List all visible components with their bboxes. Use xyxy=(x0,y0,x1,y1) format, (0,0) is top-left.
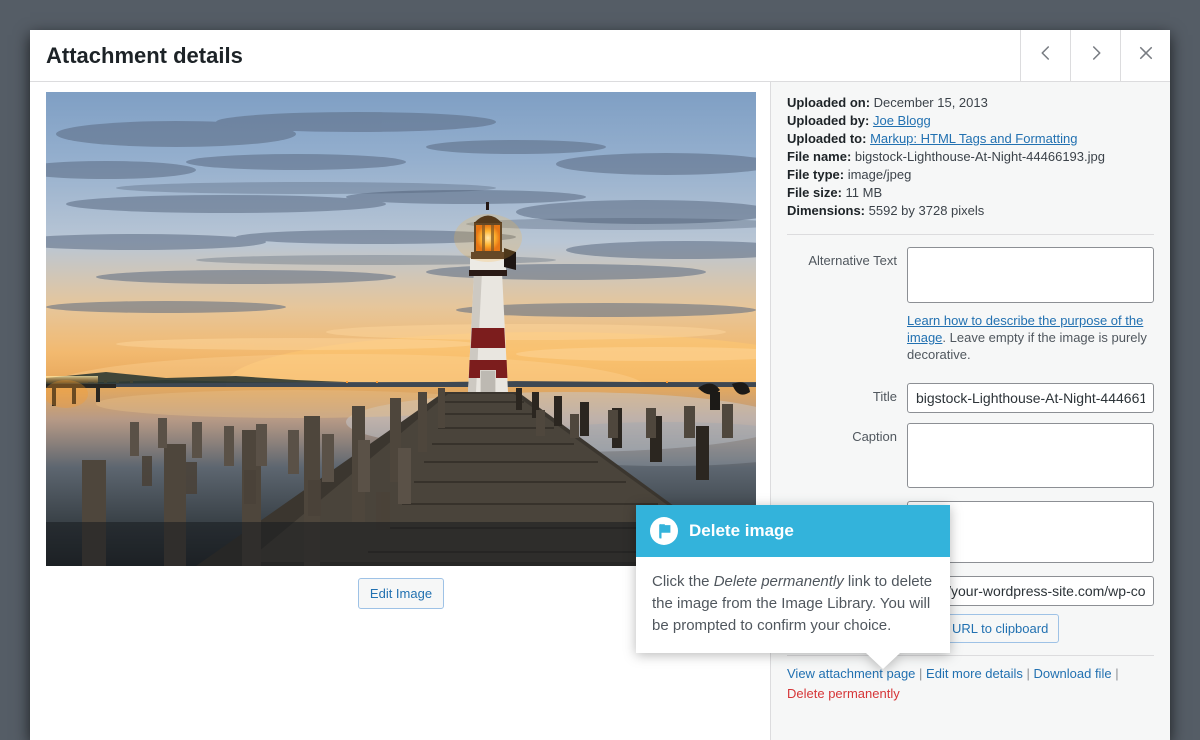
uploaded-by-link[interactable]: Joe Blogg xyxy=(873,113,931,128)
file-type-value: image/jpeg xyxy=(848,167,912,182)
delete-image-tooltip: Delete image Click the Delete permanentl… xyxy=(636,505,950,653)
dimensions-value: 5592 by 3728 pixels xyxy=(869,203,985,218)
close-modal-button[interactable] xyxy=(1120,30,1170,81)
alt-text-control: Learn how to describe the purpose of the… xyxy=(907,247,1154,373)
title-field-row: Title xyxy=(787,383,1154,413)
uploaded-by-label: Uploaded by: xyxy=(787,113,869,128)
close-icon xyxy=(1137,44,1155,67)
screen: Your WordPress Site 0 New Howdy, Joe Blo… xyxy=(0,0,1200,740)
caption-input[interactable] xyxy=(907,423,1154,488)
uploaded-on-value: December 15, 2013 xyxy=(874,95,988,110)
dimensions-label: Dimensions: xyxy=(787,203,865,218)
divider xyxy=(787,655,1154,656)
alt-text-input[interactable] xyxy=(907,247,1154,303)
file-name-row: File name: bigstock-Lighthouse-At-Night-… xyxy=(787,148,1154,166)
action-separator: | xyxy=(1115,666,1118,681)
tooltip-body: Click the Delete permanently link to del… xyxy=(636,557,950,653)
uploaded-by-row: Uploaded by: Joe Blogg xyxy=(787,112,1154,130)
caption-field-row: Caption xyxy=(787,423,1154,491)
file-size-value: 11 MB xyxy=(846,185,883,200)
modal-body: Edit Image Uploaded on: December 15, 201… xyxy=(30,82,1170,740)
attachment-image xyxy=(46,92,756,566)
uploaded-to-row: Uploaded to: Markup: HTML Tags and Forma… xyxy=(787,130,1154,148)
caption-label: Caption xyxy=(787,423,907,491)
edit-image-button[interactable]: Edit Image xyxy=(358,578,444,609)
file-name-label: File name: xyxy=(787,149,851,164)
tooltip-title: Delete image xyxy=(689,521,794,541)
attachment-details-modal: Attachment details xyxy=(30,30,1170,740)
download-file-link[interactable]: Download file xyxy=(1034,666,1112,681)
uploaded-on-row: Uploaded on: December 15, 2013 xyxy=(787,94,1154,112)
file-type-label: File type: xyxy=(787,167,844,182)
flag-icon xyxy=(650,517,678,545)
file-type-row: File type: image/jpeg xyxy=(787,166,1154,184)
title-input[interactable] xyxy=(907,383,1154,413)
dimensions-row: Dimensions: 5592 by 3728 pixels xyxy=(787,202,1154,220)
uploaded-to-label: Uploaded to: xyxy=(787,131,866,146)
edit-more-details-link[interactable]: Edit more details xyxy=(926,666,1023,681)
file-name-value: bigstock-Lighthouse-At-Night-44466193.jp… xyxy=(855,149,1105,164)
chevron-right-icon xyxy=(1087,44,1105,67)
uploaded-to-link[interactable]: Markup: HTML Tags and Formatting xyxy=(870,131,1077,146)
alt-text-helper: Learn how to describe the purpose of the… xyxy=(907,312,1154,363)
action-separator: | xyxy=(919,666,922,681)
caption-control xyxy=(907,423,1154,491)
alt-text-helper-rest: . Leave empty if the image is purely dec… xyxy=(907,330,1147,362)
tooltip-arrow xyxy=(866,653,900,669)
delete-permanently-link[interactable]: Delete permanently xyxy=(787,686,900,701)
previous-attachment-button[interactable] xyxy=(1020,30,1070,81)
alt-text-field-row: Alternative Text Learn how to describe t… xyxy=(787,247,1154,373)
title-control xyxy=(907,383,1154,413)
page-title: Attachment details xyxy=(30,30,1020,81)
next-attachment-button[interactable] xyxy=(1070,30,1120,81)
alt-text-label: Alternative Text xyxy=(787,247,907,373)
tooltip-header: Delete image xyxy=(636,505,950,557)
modal-header: Attachment details xyxy=(30,30,1170,82)
file-size-row: File size: 11 MB xyxy=(787,184,1154,202)
tooltip-body-pre: Click the xyxy=(652,573,714,590)
title-label: Title xyxy=(787,383,907,413)
lighthouse-at-night-photo xyxy=(46,92,756,566)
tooltip-body-emphasis: Delete permanently xyxy=(714,573,844,590)
action-separator: | xyxy=(1027,666,1030,681)
uploaded-on-label: Uploaded on: xyxy=(787,95,870,110)
chevron-left-icon xyxy=(1037,44,1055,67)
file-size-label: File size: xyxy=(787,185,842,200)
attachment-actions: View attachment page | Edit more details… xyxy=(787,664,1154,704)
divider xyxy=(787,234,1154,235)
